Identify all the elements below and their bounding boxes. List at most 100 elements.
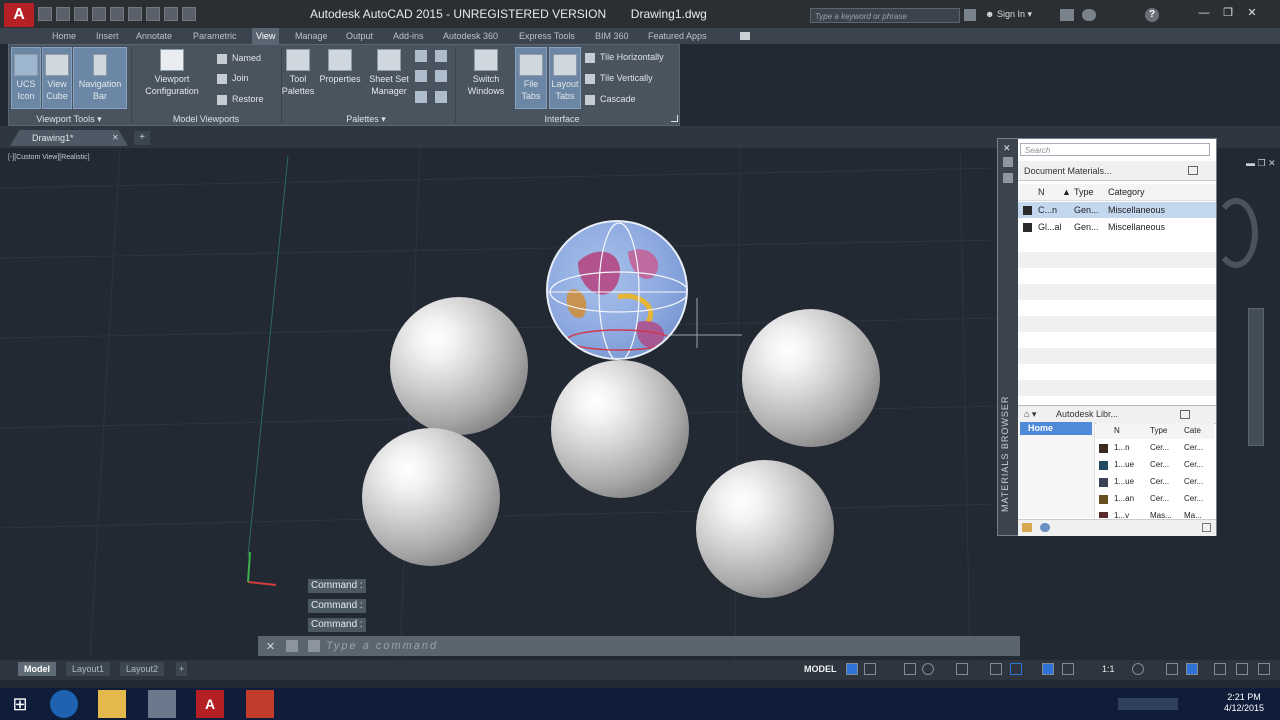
tab-featured-apps[interactable]: Featured Apps — [648, 28, 707, 44]
layout-tab-model[interactable]: Model — [18, 662, 56, 676]
tab-parametric[interactable]: Parametric — [193, 28, 237, 44]
layout-tabs-button[interactable]: Layout Tabs — [549, 47, 581, 109]
tab-insert[interactable]: Insert — [96, 28, 119, 44]
tree-item-home[interactable]: Home — [1020, 422, 1092, 435]
sign-in-link[interactable]: ☻ Sign In ▾ — [985, 9, 1032, 20]
view-options-icon[interactable] — [1188, 166, 1198, 175]
layout-tab-layout1[interactable]: Layout1 — [66, 662, 111, 676]
palette-autohide-icon[interactable] — [1003, 157, 1013, 167]
clock[interactable]: 2:21 PM 4/12/2015 — [1224, 692, 1264, 714]
open-icon[interactable] — [56, 7, 70, 21]
palette-properties-icon[interactable] — [1003, 173, 1013, 183]
new-layout-button[interactable]: + — [176, 662, 188, 676]
markup-set-icon[interactable] — [415, 70, 427, 82]
named-viewports-button[interactable]: Named — [217, 52, 261, 64]
panel-viewport-tools-label[interactable]: Viewport Tools ▾ — [9, 113, 129, 125]
library-material-row[interactable]: 1...ue Cer... Cer... — [1096, 474, 1214, 490]
navigation-bar-button[interactable]: Navigation Bar — [73, 47, 127, 109]
file-explorer-icon[interactable] — [98, 690, 126, 718]
cascade-button[interactable]: Cascade — [585, 93, 636, 105]
annotation-scale[interactable]: 1:1 — [1102, 664, 1115, 674]
material-editor-icon[interactable] — [1202, 523, 1211, 532]
polar-tracking-icon[interactable] — [922, 663, 934, 675]
media-app-icon[interactable] — [148, 690, 176, 718]
exchange-apps-icon[interactable] — [1060, 9, 1074, 21]
tab-annotate[interactable]: Annotate — [136, 28, 172, 44]
workspace-gear-icon[interactable] — [1132, 663, 1144, 675]
hardware-acceleration-icon[interactable] — [1186, 663, 1198, 675]
model-space-toggle[interactable]: MODEL — [804, 664, 837, 674]
close-tab-icon[interactable]: ✕ — [112, 133, 119, 142]
sheet-set-manager-button[interactable]: Sheet Set Manager — [366, 49, 412, 109]
snap-mode-icon[interactable] — [864, 663, 876, 675]
quickcalc-icon[interactable] — [435, 70, 447, 82]
materials-search-input[interactable]: Search — [1020, 143, 1210, 156]
application-menu-button[interactable]: A — [4, 3, 34, 27]
palette-title-strip[interactable]: ✕ MATERIALS BROWSER — [998, 139, 1018, 535]
tab-add-ins[interactable]: Add-ins — [393, 28, 424, 44]
column-type-header[interactable]: Type — [1074, 184, 1094, 200]
panel-launcher-icon[interactable] — [671, 115, 678, 122]
view-cube-button[interactable]: View Cube — [42, 47, 72, 109]
new-tab-button[interactable]: + — [134, 131, 150, 145]
ortho-mode-icon[interactable] — [904, 663, 916, 675]
design-center-icon[interactable] — [435, 50, 447, 62]
tab-express-tools[interactable]: Express Tools — [519, 28, 575, 44]
panel-palettes-label[interactable]: Palettes ▾ — [281, 113, 451, 125]
save-as-icon[interactable] — [92, 7, 106, 21]
ribbon-minimize-icon[interactable] — [740, 32, 750, 40]
ucs-icon-button[interactable]: UCS Icon — [11, 47, 41, 109]
switch-windows-button[interactable]: Switch Windows — [459, 49, 513, 109]
new-icon[interactable] — [38, 7, 52, 21]
search-binoculars-icon[interactable] — [964, 9, 976, 21]
navigation-bar-strip[interactable] — [1248, 308, 1264, 446]
command-input[interactable]: Type a command — [326, 636, 438, 656]
tab-output[interactable]: Output — [346, 28, 373, 44]
layout-tab-layout2[interactable]: Layout2 — [120, 662, 165, 676]
column-name-header[interactable]: N — [1038, 184, 1045, 200]
library-view-icon[interactable] — [1180, 410, 1190, 419]
library-material-row[interactable]: 1...v Mas... Ma... — [1096, 508, 1214, 518]
tab-home[interactable]: Home — [52, 28, 76, 44]
join-viewports-button[interactable]: Join — [217, 72, 249, 84]
close-button[interactable]: ✕ — [1244, 6, 1260, 20]
recent-commands-icon[interactable] — [308, 640, 320, 652]
close-palette-icon[interactable]: ✕ — [1003, 143, 1011, 154]
home-icon[interactable]: ⌂ ▾ — [1024, 406, 1036, 423]
tab-manage[interactable]: Manage — [295, 28, 328, 44]
system-tray-icons[interactable] — [1118, 698, 1178, 710]
tile-horizontally-button[interactable]: Tile Horizontally — [585, 51, 664, 63]
file-tab-drawing1[interactable]: Drawing1* — [10, 130, 128, 146]
sphere-object[interactable] — [742, 309, 880, 447]
print-icon[interactable] — [128, 7, 142, 21]
tab-bim-360[interactable]: BIM 360 — [595, 28, 629, 44]
clean-screen-icon[interactable] — [1214, 663, 1226, 675]
grid-display-icon[interactable] — [846, 663, 858, 675]
library-material-row[interactable]: 1...ue Cer... Cer... — [1096, 457, 1214, 473]
object-snap-icon[interactable] — [1010, 663, 1022, 675]
viewport-configuration-button[interactable]: Viewport Configuration — [135, 49, 209, 109]
external-references-icon[interactable] — [435, 91, 447, 103]
column-category-header[interactable]: Category — [1108, 184, 1145, 200]
create-library-icon[interactable] — [1022, 523, 1032, 532]
internet-explorer-icon[interactable] — [50, 690, 78, 718]
material-row[interactable]: Gl...al Gen... Miscellaneous — [1018, 219, 1216, 235]
library-material-row[interactable]: 1...n Cer... Cer... — [1096, 440, 1214, 456]
view-cube-ring-icon[interactable] — [1214, 198, 1258, 268]
create-material-icon[interactable] — [1040, 523, 1050, 532]
redo-icon[interactable] — [164, 7, 178, 21]
lib-column-name-header[interactable]: N — [1114, 423, 1120, 439]
document-materials-dropdown[interactable]: Document Materials... — [1018, 161, 1216, 181]
material-row[interactable]: C...n Gen... Miscellaneous — [1018, 202, 1216, 218]
help-button[interactable]: ? — [1145, 8, 1159, 22]
sphere-object[interactable] — [696, 460, 834, 598]
save-icon[interactable] — [74, 7, 88, 21]
undo-icon[interactable] — [146, 7, 160, 21]
minimize-button[interactable]: — — [1196, 6, 1212, 20]
plot-icon[interactable] — [110, 7, 124, 21]
menu-icon[interactable] — [1258, 663, 1270, 675]
stay-connected-icon[interactable] — [1082, 9, 1096, 21]
customize-icon[interactable] — [286, 640, 298, 652]
viewport-restore-icon[interactable]: ▬ ❐ ✕ — [1246, 158, 1276, 169]
auto-scale-icon[interactable] — [1062, 663, 1074, 675]
